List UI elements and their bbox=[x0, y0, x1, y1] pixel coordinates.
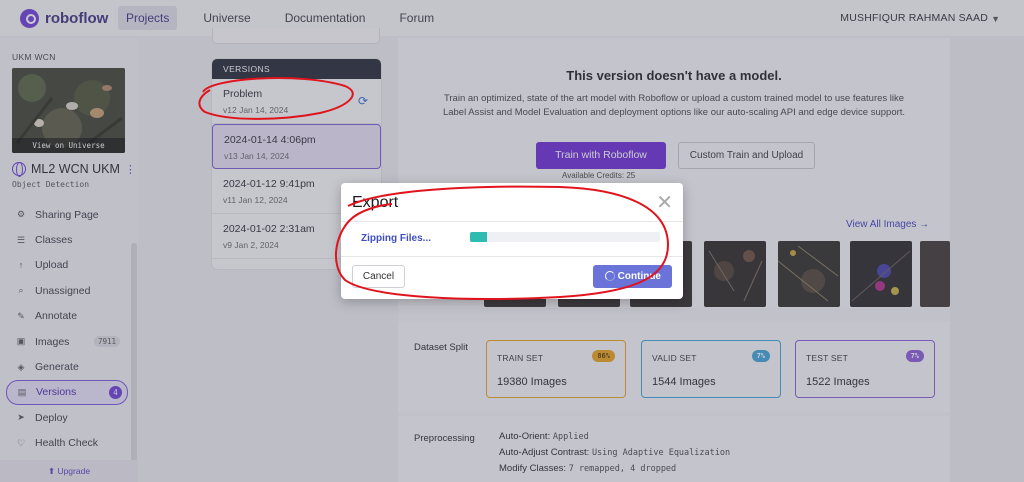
divider bbox=[341, 221, 683, 222]
loading-spinner-icon bbox=[605, 271, 615, 281]
continue-label: Continue bbox=[617, 271, 661, 282]
continue-button[interactable]: Continue bbox=[593, 265, 672, 288]
export-progress-bar bbox=[470, 232, 660, 242]
export-progress-fill bbox=[470, 232, 488, 242]
export-dialog: Export ✕ Zipping Files... Cancel Continu… bbox=[341, 183, 683, 299]
export-dialog-title: Export bbox=[352, 194, 399, 211]
zipping-status: Zipping Files... bbox=[361, 233, 431, 244]
divider bbox=[341, 256, 683, 257]
cancel-button[interactable]: Cancel bbox=[352, 265, 405, 288]
close-icon[interactable]: ✕ bbox=[656, 190, 673, 215]
